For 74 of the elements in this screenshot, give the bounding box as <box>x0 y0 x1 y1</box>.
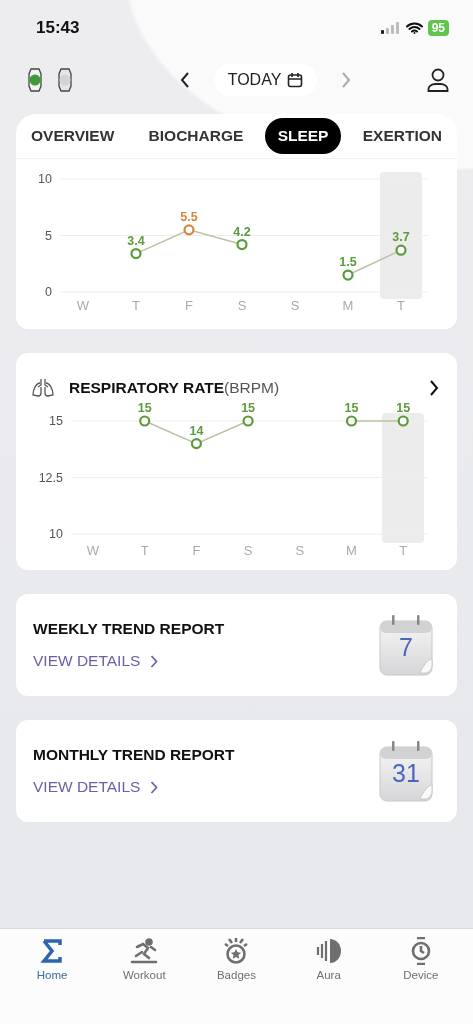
chevron-right-icon[interactable] <box>429 380 439 396</box>
watch-icon[interactable] <box>56 68 74 92</box>
report-card[interactable]: MONTHLY TREND REPORT VIEW DETAILS 31 <box>16 720 457 822</box>
watch-icon[interactable] <box>26 68 44 92</box>
nav-item[interactable]: Home <box>12 937 93 981</box>
x-axis-label: S <box>290 298 300 313</box>
x-axis-label: M <box>346 543 357 558</box>
view-details-link[interactable]: VIEW DETAILS <box>33 778 235 796</box>
report-title: MONTHLY TREND REPORT <box>33 746 235 764</box>
tab[interactable]: BIOCHARGE <box>135 118 257 154</box>
calendar-day: 7 <box>379 633 433 662</box>
y-axis-label: 10 <box>38 172 52 186</box>
data-label: 14 <box>189 423 204 438</box>
battery-level: 95 <box>427 20 449 36</box>
nav-item[interactable]: Badges <box>196 937 277 981</box>
x-axis-label: W <box>86 543 100 558</box>
x-axis-label: S <box>237 298 247 313</box>
status-time: 15:43 <box>36 18 80 38</box>
chart-title: RESPIRATORY RATE(BRPM) <box>69 379 281 397</box>
wifi-icon <box>405 22 423 34</box>
calendar-icon <box>287 72 304 88</box>
y-axis-label: 0 <box>45 285 52 299</box>
data-label: 3.7 <box>392 230 410 245</box>
x-axis-label: T <box>397 298 405 313</box>
y-axis-label: 15 <box>49 414 63 428</box>
data-label: 5.5 <box>180 209 198 224</box>
x-axis-label: T <box>132 298 140 313</box>
tab[interactable]: SLEEP <box>264 118 342 154</box>
data-label: 4.2 <box>233 224 251 239</box>
x-axis-label: S <box>243 543 253 558</box>
calendar-page-icon <box>379 613 433 677</box>
view-details-link[interactable]: VIEW DETAILS <box>33 652 225 670</box>
nav-item[interactable]: Workout <box>104 937 185 981</box>
nav-item[interactable]: Device <box>380 937 461 981</box>
y-axis-label: 12.5 <box>38 470 63 485</box>
data-point <box>190 438 202 450</box>
profile-icon[interactable] <box>427 68 449 92</box>
data-label: 15 <box>344 403 359 415</box>
date-picker-button[interactable]: TODAY <box>213 64 318 96</box>
calendar-day: 31 <box>379 759 433 788</box>
data-point <box>236 238 248 251</box>
report-card[interactable]: WEEKLY TREND REPORT VIEW DETAILS 7 <box>16 594 457 696</box>
data-point <box>242 415 254 427</box>
report-title: WEEKLY TREND REPORT <box>33 620 225 638</box>
data-label: 15 <box>396 403 411 415</box>
x-axis-label: S <box>295 543 305 558</box>
chevron-right-icon <box>150 654 159 668</box>
chevron-right-icon <box>150 780 159 794</box>
y-axis-label: 5 <box>45 228 52 243</box>
data-label: 15 <box>241 403 256 415</box>
y-axis-label: 10 <box>49 527 63 541</box>
x-axis-label: T <box>399 543 408 558</box>
data-point <box>395 244 407 256</box>
data-point <box>130 248 142 260</box>
tab[interactable]: OVERVIEW <box>18 118 128 154</box>
tab[interactable]: EXERTION <box>349 118 455 154</box>
data-point <box>345 415 358 427</box>
data-label: 15 <box>137 403 152 415</box>
runner-icon <box>129 937 160 965</box>
data-point <box>139 415 151 427</box>
previous-day-icon[interactable] <box>179 72 190 88</box>
x-axis-label: T <box>140 543 149 558</box>
data-point <box>397 415 409 427</box>
nav-item[interactable]: Aura <box>288 937 369 981</box>
calendar-page-icon <box>379 739 433 803</box>
lungs-icon <box>31 378 55 398</box>
x-axis-label: M <box>342 298 354 313</box>
data-label: 1.5 <box>339 255 357 270</box>
x-axis-label: F <box>192 543 201 558</box>
x-axis-label: W <box>76 298 90 313</box>
data-point <box>342 269 354 281</box>
signal-icon <box>380 22 401 34</box>
x-axis-label: F <box>185 298 193 313</box>
data-label: 3.4 <box>127 233 145 248</box>
